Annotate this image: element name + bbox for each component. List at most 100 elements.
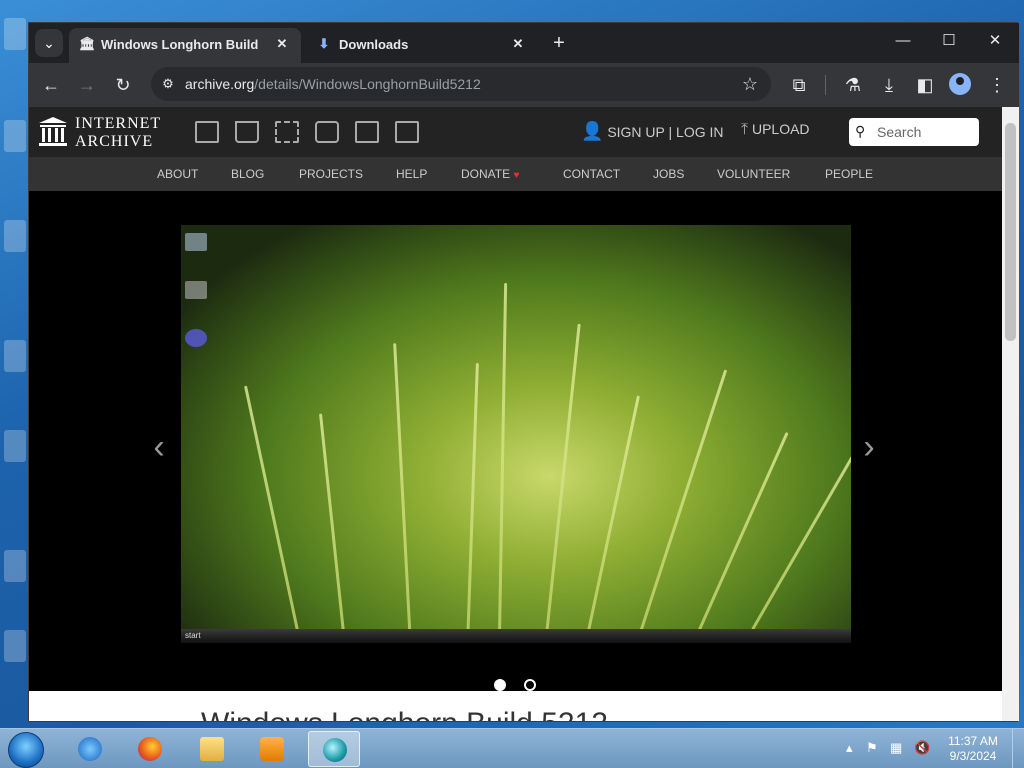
nav-projects[interactable]: PROJECTS [299,167,363,181]
web-icon[interactable] [195,121,219,143]
nav-volunteer[interactable]: VOLUNTEER [717,167,790,181]
close-icon[interactable]: ✕ [273,35,291,53]
page-scrollbar[interactable] [1002,107,1019,721]
archive-logo-icon[interactable] [39,117,67,147]
grass-blade [466,363,479,643]
user-icon: 👤 [581,121,604,141]
site-info-icon[interactable]: ⚙ [159,75,177,93]
taskbar-chrome-active[interactable] [308,731,360,767]
volume-muted-icon[interactable]: 🔇 [914,741,930,755]
page-viewport: INTERNET ARCHIVE 👤 SIGN UP | LOG IN ⤒ UP… [29,107,1002,721]
image-carousel: start ‹ › [29,191,1002,691]
downloads-icon[interactable]: ⤓ [875,71,903,99]
start-orb-icon[interactable] [8,732,44,768]
video-film-icon[interactable] [275,121,299,143]
toolbar-divider [825,75,826,95]
close-window-button[interactable]: ✕ [973,27,1017,55]
tab-downloads[interactable]: ⬇ Downloads ✕ [307,28,537,63]
show-desktop-button[interactable] [1012,729,1024,768]
bookmark-star-icon[interactable]: ☆ [739,73,761,95]
texts-book-icon[interactable] [235,121,259,143]
ia-top-nav: ABOUT BLOG PROJECTS HELP DONATE ♥ CONTAC… [29,157,1002,191]
desktop-icon[interactable] [4,550,26,582]
item-details: Windows Longhorn Build 5212 [29,691,1002,721]
minimize-button[interactable]: — [881,27,925,55]
grass-blade [244,385,301,641]
taskbar-media-player[interactable] [246,731,298,767]
upload-arrow-icon: ⤒ [741,121,749,138]
nav-blog[interactable]: BLOG [231,167,264,181]
audio-speaker-icon[interactable] [315,121,339,143]
menu-kebab-icon[interactable]: ⋮ [983,71,1011,99]
previous-slide-arrow-icon[interactable]: ‹ [147,427,171,467]
search-icon[interactable]: ⚲ [855,123,871,139]
nav-contact[interactable]: CONTACT [563,167,620,181]
upload-link[interactable]: ⤒ UPLOAD [741,121,810,139]
slide-dot-active[interactable] [494,679,506,691]
forward-icon[interactable]: → [73,71,101,99]
images-icon[interactable] [395,121,419,143]
taskbar-firefox[interactable] [124,731,176,767]
maximize-button[interactable]: ☐ [927,27,971,55]
network-icon[interactable]: ▦ [890,741,902,755]
software-floppy-icon[interactable] [355,121,379,143]
grass-blade [497,283,508,643]
desktop-icon[interactable] [4,220,26,252]
tab-longhorn[interactable]: 🏛 Windows Longhorn Build 5212 ✕ [69,28,301,63]
firefox-icon [138,737,162,761]
next-slide-arrow-icon[interactable]: › [857,427,881,467]
windows-taskbar: ▴ ⚑ ▦ 🔇 11:37 AM 9/3/2024 [0,728,1024,768]
desktop-icon[interactable] [4,340,26,372]
desktop-icon[interactable] [4,18,26,50]
ia-wordmark[interactable]: INTERNET ARCHIVE [75,115,161,151]
taskbar-ie[interactable] [64,731,116,767]
nav-jobs[interactable]: JOBS [653,167,684,181]
labs-flask-icon[interactable]: ⚗ [839,71,867,99]
tab-title: Windows Longhorn Build 5212 [101,37,261,52]
tab-search-button[interactable]: ⌄ [35,29,63,57]
address-bar[interactable]: ⚙ archive.org/details/WindowsLonghornBui… [151,67,771,101]
mini-start-label: start [185,631,201,640]
url-text[interactable]: archive.org/details/WindowsLonghornBuild… [185,76,481,92]
nav-help[interactable]: HELP [396,167,427,181]
mini-computer-icon [185,233,207,251]
grass-blade [318,413,347,643]
internet-explorer-icon [78,737,102,761]
nav-donate[interactable]: DONATE ♥ [461,167,519,181]
system-clock[interactable]: 11:37 AM 9/3/2024 [940,734,1006,764]
side-panel-icon[interactable]: ◧ [911,71,939,99]
download-arrow-icon: ⬇ [318,36,330,51]
show-hidden-icons[interactable]: ▴ [846,741,853,755]
grass-blade [696,431,789,635]
back-icon[interactable]: ← [37,71,65,99]
archive-temple-icon: 🏛 [79,36,96,51]
mini-help-icon [185,329,207,347]
browser-toolbar: ← → ↻ ⚙ archive.org/details/WindowsLongh… [29,63,1019,107]
action-center-flag-icon[interactable]: ⚑ [866,741,878,755]
scrollbar-thumb[interactable] [1005,123,1016,341]
search-box[interactable]: ⚲ Search [849,118,979,146]
mini-taskbar: start [181,629,851,643]
profile-avatar[interactable] [949,73,971,95]
close-icon[interactable]: ✕ [509,35,527,53]
new-tab-button[interactable]: + [547,31,571,55]
mini-recycle-bin-icon [185,281,207,299]
desktop-icon[interactable] [4,430,26,462]
grass-blade [393,343,412,643]
reload-icon[interactable]: ↻ [109,71,137,99]
nav-people[interactable]: PEOPLE [825,167,873,181]
signup-login-link[interactable]: 👤 SIGN UP | LOG IN [581,121,724,142]
nav-about[interactable]: ABOUT [157,167,198,181]
tab-strip: ⌄ 🏛 Windows Longhorn Build 5212 ✕ ⬇ Down… [29,23,1019,63]
slide-dot[interactable] [524,679,536,691]
browser-app-icon [323,738,347,762]
item-title: Windows Longhorn Build 5212 [201,707,608,721]
extensions-icon[interactable]: ⧉ [785,71,813,99]
media-player-icon [260,737,284,761]
desktop-icon[interactable] [4,120,26,152]
tab-title: Downloads [339,37,409,52]
desktop-icon[interactable] [4,630,26,662]
clock-time: 11:37 AM [948,734,998,748]
taskbar-explorer[interactable] [186,731,238,767]
longhorn-desktop-screenshot: start [181,225,851,643]
